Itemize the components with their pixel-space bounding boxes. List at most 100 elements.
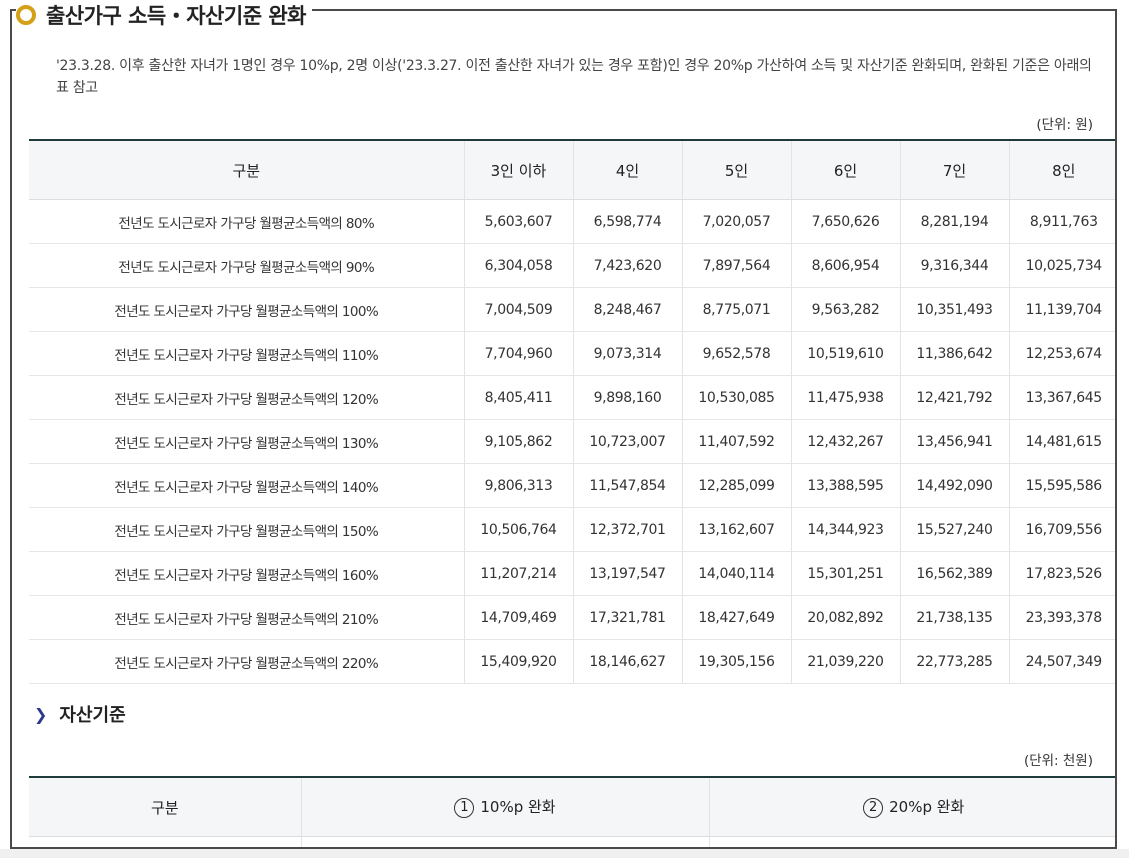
table-row: 전년도 도시근로자 가구당 월평균소득액의 110% 7,704,960 9,073… bbox=[29, 331, 1115, 376]
table-row: 전년도 도시근로자 가구당 월평균소득액의 220% 15,409,920 18,1… bbox=[29, 639, 1115, 684]
value-cell: 11,139,704 bbox=[1008, 287, 1115, 332]
column-header: 7인 bbox=[899, 140, 1009, 200]
table-row: 전년도 도시근로자 가구당 월평균소득액의 130% 9,105,862 10,72… bbox=[29, 419, 1115, 464]
value-cell: 15,409,920 bbox=[463, 639, 573, 684]
value-cell: 12,421,792 bbox=[899, 375, 1009, 420]
row-label-cell: 전년도 도시근로자 가구당 월평균소득액의 210% bbox=[29, 595, 464, 640]
value-cell: 14,709,469 bbox=[463, 595, 573, 640]
row-label-cell: 전년도 도시근로자 가구당 월평균소득액의 80% bbox=[29, 199, 464, 244]
value-cell: 9,652,578 bbox=[681, 331, 791, 376]
value-cell: 12,432,267 bbox=[790, 419, 900, 464]
value-cell: 18,427,649 bbox=[681, 595, 791, 640]
value-cell: 20,082,892 bbox=[790, 595, 900, 640]
column-header: 구분 bbox=[29, 140, 464, 200]
value-cell: 8,405,411 bbox=[463, 375, 573, 420]
column-header: 1 10%p 완화 bbox=[300, 777, 709, 837]
value-cell: 15,527,240 bbox=[899, 507, 1009, 552]
value-cell: 23,393,378 bbox=[1008, 595, 1115, 640]
income-criteria-table: 구분 3인 이하 4인 5인 6인 7인 8인 전년도 도시근로자 가구당 월평… bbox=[29, 139, 1115, 684]
row-label-cell: 전년도 도시근로자 가구당 월평균소득액의 130% bbox=[29, 419, 464, 464]
value-cell: 13,367,645 bbox=[1008, 375, 1115, 420]
value-cell: 7,423,620 bbox=[572, 243, 682, 288]
table-row: 전년도 도시근로자 가구당 월평균소득액의 80% 5,603,607 6,598,… bbox=[29, 199, 1115, 244]
row-label-cell: 전년도 도시근로자 가구당 월평균소득액의 160% bbox=[29, 551, 464, 596]
value-cell: 8,775,071 bbox=[681, 287, 791, 332]
value-cell: 10,723,007 bbox=[572, 419, 682, 464]
value-cell: 21,039,220 bbox=[790, 639, 900, 684]
value-cell: 19,305,156 bbox=[681, 639, 791, 684]
value-cell: 7,704,960 bbox=[463, 331, 573, 376]
column-header: 2 20%p 완화 bbox=[708, 777, 1115, 837]
value-cell: 11,207,214 bbox=[463, 551, 573, 596]
value-cell: 6,598,774 bbox=[572, 199, 682, 244]
value-cell: 10,519,610 bbox=[790, 331, 900, 376]
value-cell: 13,162,607 bbox=[681, 507, 791, 552]
value-cell: 16,709,556 bbox=[1008, 507, 1115, 552]
row-label-cell: 총자산가액 bbox=[29, 837, 301, 848]
ring-bullet-icon bbox=[16, 5, 36, 25]
table-row: 전년도 도시근로자 가구당 월평균소득액의 90% 6,304,058 7,423,… bbox=[29, 243, 1115, 288]
row-label-cell: 전년도 도시근로자 가구당 월평균소득액의 140% bbox=[29, 463, 464, 508]
row-label-cell: 전년도 도시근로자 가구당 월평균소득액의 120% bbox=[29, 375, 464, 420]
value-cell: 18,146,627 bbox=[572, 639, 682, 684]
table-header-row: 구분 1 10%p 완화 2 20%p 완화 bbox=[29, 777, 1115, 837]
value-cell: 13,456,941 bbox=[899, 419, 1009, 464]
value-cell: 9,316,344 bbox=[899, 243, 1009, 288]
value-cell: 14,481,615 bbox=[1008, 419, 1115, 464]
row-label-cell: 전년도 도시근로자 가구당 월평균소득액의 90% bbox=[29, 243, 464, 288]
value-cell: 24,507,349 bbox=[1008, 639, 1115, 684]
value-cell: 22,773,285 bbox=[899, 639, 1009, 684]
value-cell: 8,248,467 bbox=[572, 287, 682, 332]
value-cell: 8,606,954 bbox=[790, 243, 900, 288]
column-header: 8인 bbox=[1008, 140, 1115, 200]
value-cell: 14,040,114 bbox=[681, 551, 791, 596]
value-cell: 14,492,090 bbox=[899, 463, 1009, 508]
value-cell: 12,372,701 bbox=[572, 507, 682, 552]
column-header: 6인 bbox=[790, 140, 900, 200]
value-cell: 11,475,938 bbox=[790, 375, 900, 420]
value-cell: 12,253,674 bbox=[1008, 331, 1115, 376]
value-cell: 6,304,058 bbox=[463, 243, 573, 288]
asset-criteria-table: 구분 110%p 완화 220%p 완화 총자산가액397,000431,000 bbox=[29, 776, 1115, 848]
value-cell: 9,563,282 bbox=[790, 287, 900, 332]
circled-number-two-icon: 2 bbox=[863, 797, 884, 818]
value-cell: 13,388,595 bbox=[790, 463, 900, 508]
value-cell: 397,000 bbox=[300, 836, 709, 847]
table-row: 전년도 도시근로자 가구당 월평균소득액의 120% 8,405,411 9,898… bbox=[29, 375, 1115, 420]
table-row: 총자산가액397,000431,000 bbox=[29, 836, 1115, 848]
value-cell: 9,073,314 bbox=[572, 331, 682, 376]
value-cell: 9,105,862 bbox=[463, 419, 573, 464]
value-cell: 10,025,734 bbox=[1008, 243, 1115, 288]
section-title: 출산가구 소득・자산기준 완화 bbox=[46, 4, 306, 28]
column-header: 3인 이하 bbox=[463, 140, 573, 200]
value-cell: 7,650,626 bbox=[790, 199, 900, 244]
value-cell: 9,806,313 bbox=[463, 463, 573, 508]
value-cell: 7,004,509 bbox=[463, 287, 573, 332]
value-cell: 15,595,586 bbox=[1008, 463, 1115, 508]
value-cell: 10,506,764 bbox=[463, 507, 573, 552]
column-header: 4인 bbox=[572, 140, 682, 200]
value-cell: 8,911,763 bbox=[1008, 199, 1115, 244]
row-label-cell: 전년도 도시근로자 가구당 월평균소득액의 220% bbox=[29, 639, 464, 684]
value-cell: 12,285,099 bbox=[681, 463, 791, 508]
value-cell: 7,897,564 bbox=[681, 243, 791, 288]
income-unit-label: (단위: 원) bbox=[1036, 117, 1093, 133]
value-cell: 8,281,194 bbox=[899, 199, 1009, 244]
value-cell: 7,020,057 bbox=[681, 199, 791, 244]
value-cell: 431,000 bbox=[708, 836, 1115, 847]
table-row: 전년도 도시근로자 가구당 월평균소득액의 100% 7,004,509 8,248… bbox=[29, 287, 1115, 332]
column-header: 구분 bbox=[29, 777, 301, 837]
bottom-divider bbox=[0, 849, 1129, 858]
value-cell: 5,603,607 bbox=[463, 199, 573, 244]
value-cell: 14,344,923 bbox=[790, 507, 900, 552]
value-cell: 17,321,781 bbox=[572, 595, 682, 640]
row-label-cell: 전년도 도시근로자 가구당 월평균소득액의 110% bbox=[29, 331, 464, 376]
row-label-cell: 전년도 도시근로자 가구당 월평균소득액의 150% bbox=[29, 507, 464, 552]
table-row: 전년도 도시근로자 가구당 월평균소득액의 160% 11,207,214 13,1… bbox=[29, 551, 1115, 596]
section-heading: 출산가구 소득・자산기준 완화 bbox=[16, 0, 312, 30]
value-cell: 13,197,547 bbox=[572, 551, 682, 596]
value-cell: 10,351,493 bbox=[899, 287, 1009, 332]
asset-section-title: 자산기준 bbox=[59, 705, 126, 726]
row-label-cell: 전년도 도시근로자 가구당 월평균소득액의 100% bbox=[29, 287, 464, 332]
value-cell: 9,898,160 bbox=[572, 375, 682, 420]
